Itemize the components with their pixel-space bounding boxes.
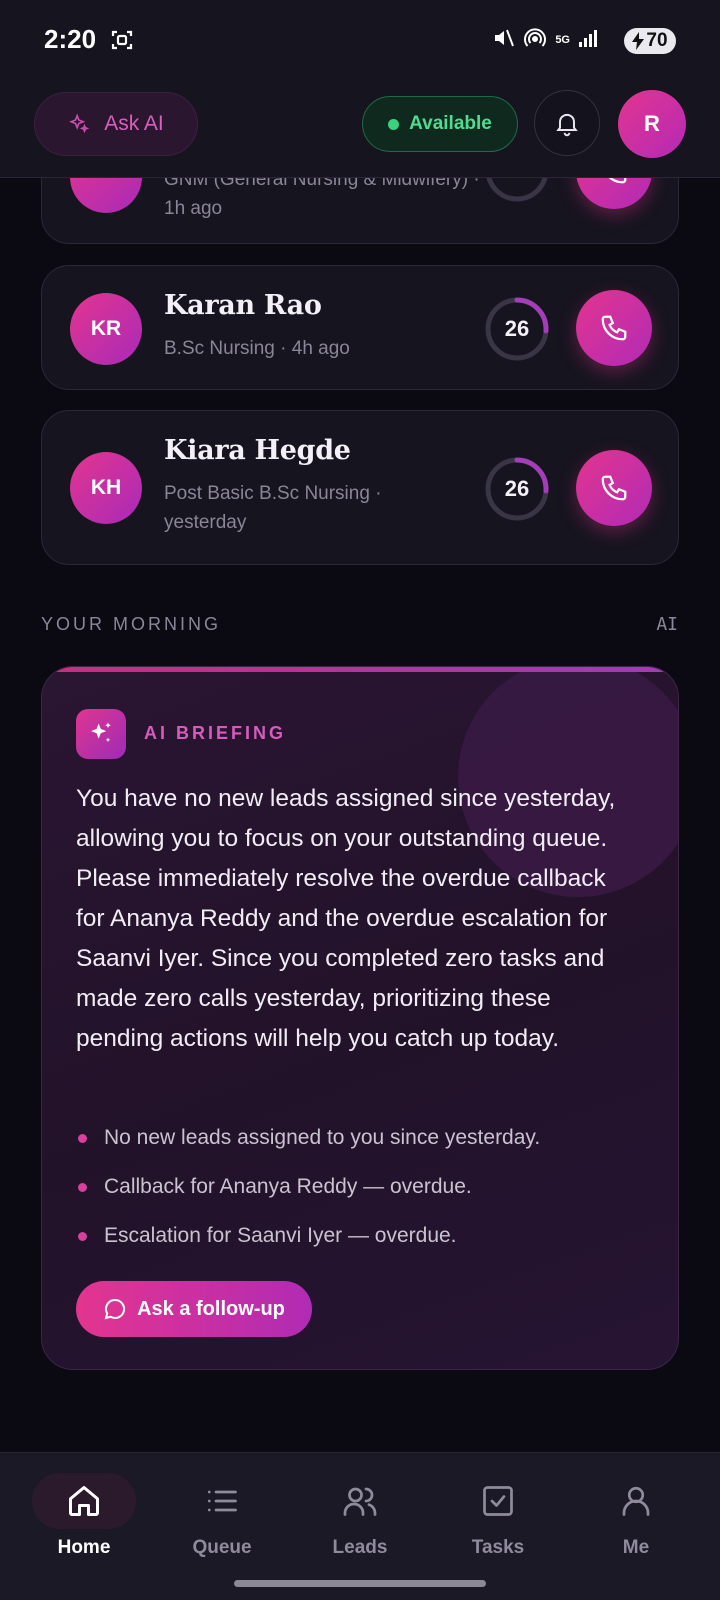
lead-subtitle: B.Sc Nursing · 4h ago <box>164 338 350 359</box>
availability-toggle[interactable]: Available <box>362 96 518 152</box>
network-5g-icon: 5G <box>555 33 570 46</box>
nav-label: Leads <box>332 1537 388 1558</box>
chat-bubble-icon <box>104 1298 126 1320</box>
status-icons: 5G <box>491 26 600 54</box>
list-item: Callback for Ananya Reddy — overdue. <box>76 1162 656 1211</box>
battery-level: 70 <box>646 30 668 51</box>
ai-briefing-card: AI BRIEFING You have no new leads assign… <box>41 666 679 1370</box>
available-status-dot <box>388 118 400 130</box>
bell-icon <box>556 113 578 137</box>
battery-indicator: 70 <box>624 28 676 54</box>
nav-queue[interactable]: Queue <box>162 1473 282 1583</box>
availability-label: Available <box>409 113 492 134</box>
nav-label: Home <box>57 1537 111 1558</box>
lead-score: 26 <box>504 476 530 501</box>
lead-card[interactable]: KH Kiara Hegde Post Basic B.Sc Nursing ·… <box>41 410 679 565</box>
nav-label: Tasks <box>471 1537 525 1558</box>
profile-avatar-button[interactable]: R <box>618 90 686 158</box>
avatar-initial: R <box>644 111 660 136</box>
briefing-bullet-list: No new leads assigned to you since yeste… <box>76 1113 656 1260</box>
nav-label: Queue <box>192 1537 252 1558</box>
lead-subtitle: Post Basic B.Sc Nursing · yesterday <box>164 483 382 533</box>
lead-card[interactable]: KR Karan Rao B.Sc Nursing · 4h ago 26 <box>41 265 679 390</box>
nav-tasks[interactable]: Tasks <box>438 1473 558 1583</box>
briefing-accent-line <box>42 667 678 672</box>
nav-home[interactable]: Home <box>24 1473 144 1583</box>
notifications-button[interactable] <box>534 90 600 156</box>
ask-ai-button[interactable]: Ask AI <box>34 92 198 156</box>
lead-avatar: KR <box>70 293 142 365</box>
screenshot-icon <box>110 28 134 56</box>
phone-icon <box>601 475 627 501</box>
hotspot-icon <box>523 26 547 54</box>
checkbox-icon <box>483 1486 513 1516</box>
status-bar: 2:20 5G 70 <box>0 0 720 84</box>
section-tag: AI <box>656 614 678 635</box>
sparkle-icon <box>76 709 126 759</box>
user-icon <box>622 1486 650 1516</box>
list-icon <box>207 1490 237 1512</box>
bullet-dot <box>78 1183 87 1192</box>
call-button[interactable] <box>576 290 652 366</box>
list-item: No new leads assigned to you since yeste… <box>76 1113 656 1162</box>
users-icon <box>343 1487 377 1516</box>
mute-icon <box>491 26 515 54</box>
status-time: 2:20 <box>44 24 97 54</box>
signal-icon <box>578 27 600 53</box>
nav-me[interactable]: Me <box>576 1473 696 1583</box>
home-indicator-bar <box>234 1580 486 1587</box>
nav-label: Me <box>622 1537 650 1558</box>
bullet-dot <box>78 1134 87 1143</box>
home-icon <box>69 1486 99 1516</box>
ask-ai-label: Ask AI <box>104 112 164 135</box>
call-button[interactable] <box>576 450 652 526</box>
bottom-navigation: Home Queue Leads Tasks Me <box>0 1452 720 1600</box>
lead-name: Kiara Hegde <box>164 435 351 466</box>
briefing-text: You have no new leads assigned since yes… <box>76 785 616 1052</box>
charging-icon <box>632 32 645 50</box>
follow-up-label: Ask a follow-up <box>137 1297 285 1320</box>
bullet-dot <box>78 1232 87 1241</box>
lead-avatar: KH <box>70 452 142 524</box>
lead-score-ring: 26 <box>484 296 550 362</box>
top-app-bar: Ask AI Available R <box>0 84 720 178</box>
list-item: Escalation for Saanvi Iyer — overdue. <box>76 1211 656 1260</box>
lead-score: 26 <box>504 316 530 341</box>
lead-score-ring: 26 <box>484 456 550 522</box>
sparkle-icon <box>69 113 90 134</box>
phone-icon <box>601 315 627 341</box>
lead-name: Karan Rao <box>164 290 322 321</box>
nav-leads[interactable]: Leads <box>300 1473 420 1583</box>
section-title: YOUR MORNING <box>41 614 221 634</box>
ask-follow-up-button[interactable]: Ask a follow-up <box>76 1281 312 1337</box>
briefing-label: AI BRIEFING <box>144 723 287 743</box>
